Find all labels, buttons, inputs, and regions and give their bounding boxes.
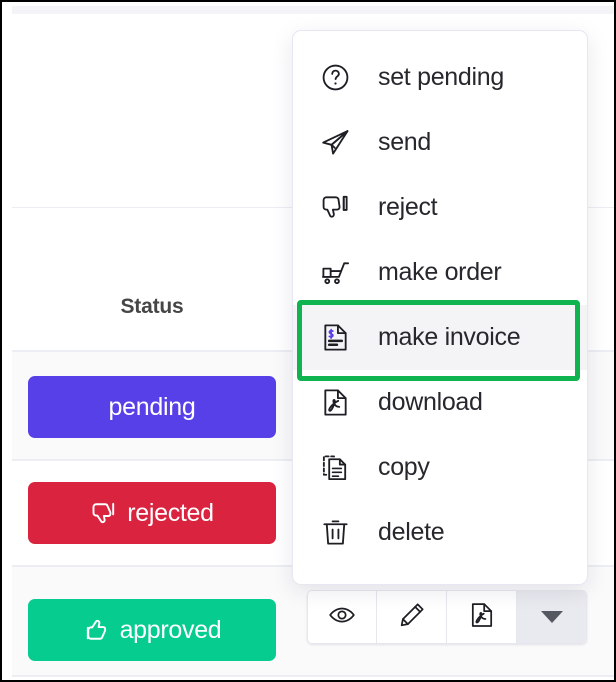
menu-item-make-invoice[interactable]: make invoice: [293, 305, 587, 370]
row-actions-toolbar: [307, 590, 587, 644]
download-pdf-button[interactable]: [447, 590, 517, 644]
invoice-dollar-icon: [320, 322, 354, 353]
menu-item-set-pending[interactable]: set pending: [293, 45, 587, 110]
menu-item-delete[interactable]: delete: [293, 500, 587, 565]
thumbs-down-icon: [320, 192, 354, 223]
menu-item-label: send: [378, 128, 432, 156]
edit-button[interactable]: [377, 590, 447, 644]
status-badge-label: rejected: [127, 498, 214, 527]
pdf-file-icon: [320, 387, 354, 418]
column-header-status: Status: [120, 295, 184, 318]
menu-item-label: reject: [378, 193, 438, 221]
menu-item-label: copy: [378, 453, 430, 481]
trash-icon: [320, 517, 354, 548]
table-row-divider: [12, 675, 614, 677]
menu-item-reject[interactable]: reject: [293, 175, 587, 240]
actions-dropdown-menu: set pending send reject make order make …: [292, 30, 588, 585]
status-badge-label: pending: [108, 392, 196, 421]
status-badge-pending[interactable]: pending: [28, 376, 276, 438]
app-screen: Status pending rejected approved set pen…: [0, 0, 616, 682]
menu-item-label: make order: [378, 258, 502, 286]
menu-item-label: make invoice: [378, 323, 521, 351]
paper-plane-icon: [320, 127, 354, 158]
pencil-icon: [398, 601, 426, 634]
menu-item-copy[interactable]: copy: [293, 435, 587, 500]
menu-item-label: download: [378, 388, 483, 416]
view-button[interactable]: [307, 590, 377, 644]
question-circle-icon: [320, 62, 354, 93]
menu-item-make-order[interactable]: make order: [293, 240, 587, 305]
menu-item-send[interactable]: send: [293, 110, 587, 175]
thumbs-up-icon: [83, 616, 111, 644]
status-badge-rejected[interactable]: rejected: [28, 482, 276, 544]
eye-icon: [328, 601, 356, 634]
menu-item-download[interactable]: download: [293, 370, 587, 435]
more-actions-button[interactable]: [517, 590, 587, 644]
shopping-cart-icon: [320, 257, 354, 288]
status-badge-approved[interactable]: approved: [28, 599, 276, 661]
pdf-file-icon: [468, 601, 496, 634]
menu-item-label: set pending: [378, 63, 504, 91]
thumbs-down-icon: [90, 499, 118, 527]
page-top-band: [12, 6, 614, 14]
copy-icon: [320, 452, 354, 483]
caret-down-icon: [540, 611, 563, 623]
status-badge-label: approved: [119, 615, 222, 644]
menu-item-label: delete: [378, 518, 445, 546]
